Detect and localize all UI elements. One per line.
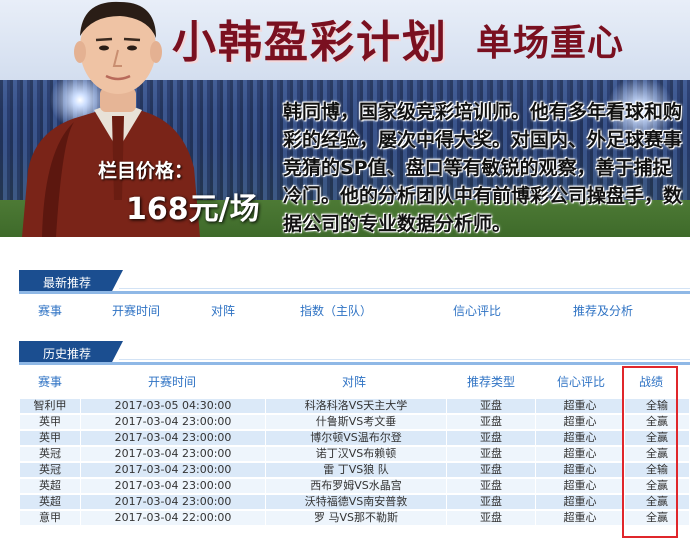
cell-kickoff: 2017-03-04 23:00:00 (81, 447, 265, 461)
cell-type: 亚盘 (447, 415, 535, 429)
cell-match: 英冠 (20, 447, 80, 461)
cell-kickoff: 2017-03-04 22:00:00 (81, 511, 265, 525)
cell-kickoff: 2017-03-04 23:00:00 (81, 479, 265, 493)
col-type: 推荐类型 (467, 375, 516, 389)
cell-match: 英超 (20, 495, 80, 509)
cell-match: 英超 (20, 479, 80, 493)
latest-column-headers: 赛事 开赛时间 对阵 指数（主队） 信心评比 推荐及分析 (0, 302, 690, 318)
col-analysis: 推荐及分析 (573, 304, 634, 318)
cell-type: 亚盘 (447, 447, 535, 461)
cell-confidence: 超重心 (536, 463, 624, 477)
banner-title: 小韩盈彩计划 (172, 17, 448, 68)
cell-type: 亚盘 (447, 495, 535, 509)
history-section-header: 历史推荐 (19, 341, 690, 365)
cell-match: 英冠 (20, 463, 80, 477)
table-row: 英冠 2017-03-04 23:00:00 雷 丁VS狼 队亚盘 超重心 全输 (20, 463, 689, 477)
expert-introduction: 韩同博，国家级竞彩培训师。他有多年看球和购彩的经验，屡次中得大奖。对国内、外足球… (283, 101, 683, 235)
cell-match: 意甲 (20, 511, 80, 525)
cell-fixture[interactable]: 沃特福德VS南安普敦 (266, 495, 446, 509)
price-label: 栏目价格： (98, 160, 194, 182)
col-odds: 指数（主队） (300, 304, 373, 318)
cell-fixture[interactable]: 什鲁斯VS考文垂 (266, 415, 446, 429)
banner-subtitle: 单场重心 (476, 23, 625, 64)
cell-kickoff: 2017-03-04 23:00:00 (81, 431, 265, 445)
price-value: 168元/场 (126, 192, 260, 227)
col-confidence: 信心评比 (557, 375, 606, 389)
history-title: 历史推荐 (43, 347, 92, 361)
header-divider (119, 359, 690, 360)
cell-fixture[interactable]: 西布罗姆VS水晶宫 (266, 479, 446, 493)
cell-kickoff: 2017-03-04 23:00:00 (81, 495, 265, 509)
cell-confidence: 超重心 (536, 511, 624, 525)
col-confidence: 信心评比 (453, 304, 502, 318)
cell-fixture[interactable]: 博尔顿VS温布尔登 (266, 431, 446, 445)
cell-confidence: 超重心 (536, 447, 624, 461)
result-column-highlight (622, 366, 678, 538)
cell-match: 智利甲 (20, 399, 80, 413)
cell-confidence: 超重心 (536, 431, 624, 445)
col-match: 赛事 (38, 304, 63, 318)
cell-confidence: 超重心 (536, 479, 624, 493)
cell-fixture[interactable]: 诺丁汉VS布赖顿 (266, 447, 446, 461)
cell-kickoff: 2017-03-04 23:00:00 (81, 463, 265, 477)
cell-match: 英甲 (20, 415, 80, 429)
col-match: 赛事 (38, 375, 63, 389)
cell-fixture[interactable]: 科洛科洛VS天主大学 (266, 399, 446, 413)
history-table: 智利甲 2017-03-05 04:30:00 科洛科洛VS天主大学 亚盘 超重心 全输英… (19, 397, 690, 527)
table-row: 英超 2017-03-04 23:00:00 西布罗姆VS水晶宫 亚盘 超重心 全赢 (20, 479, 689, 493)
table-row: 智利甲 2017-03-05 04:30:00 科洛科洛VS天主大学 亚盘 超重心 全输 (20, 399, 689, 413)
cell-type: 亚盘 (447, 399, 535, 413)
cell-confidence: 超重心 (536, 415, 624, 429)
history-column-headers: 赛事 开赛时间 对阵 推荐类型 信心评比 战绩 (0, 373, 690, 389)
banner: 小韩盈彩计划 单场重心 栏目价格： 168元/场 韩同博，国家级竞彩培训师。他有… (0, 0, 690, 237)
cell-fixture[interactable]: 罗 马VS那不勒斯 (266, 511, 446, 525)
cell-kickoff: 2017-03-04 23:00:00 (81, 415, 265, 429)
header-underline (19, 362, 690, 365)
table-row: 意甲 2017-03-04 22:00:00 罗 马VS那不勒斯 亚盘 超重心 全赢 (20, 511, 689, 525)
table-row: 英甲 2017-03-04 23:00:00 什鲁斯VS考文垂 亚盘 超重心 全赢 (20, 415, 689, 429)
latest-section-header: 最新推荐 (19, 270, 690, 294)
cell-kickoff: 2017-03-05 04:30:00 (81, 399, 265, 413)
cell-confidence: 超重心 (536, 399, 624, 413)
col-kickoff: 开赛时间 (112, 304, 161, 318)
table-row: 英甲 2017-03-04 23:00:00 博尔顿VS温布尔登 亚盘 超重心 全赢 (20, 431, 689, 445)
header-divider (119, 288, 690, 289)
col-fixture: 对阵 (342, 375, 367, 389)
table-row: 英冠 2017-03-04 23:00:00 诺丁汉VS布赖顿 亚盘 超重心 全赢 (20, 447, 689, 461)
cell-type: 亚盘 (447, 511, 535, 525)
latest-title: 最新推荐 (43, 276, 92, 290)
table-row: 英超 2017-03-04 23:00:00 沃特福德VS南安普敦 亚盘 超重心 全赢 (20, 495, 689, 509)
header-underline (19, 291, 690, 294)
cell-fixture[interactable]: 雷 丁VS狼 队 (266, 463, 446, 477)
cell-match: 英甲 (20, 431, 80, 445)
cell-confidence: 超重心 (536, 495, 624, 509)
cell-type: 亚盘 (447, 463, 535, 477)
col-kickoff: 开赛时间 (148, 375, 197, 389)
cell-type: 亚盘 (447, 431, 535, 445)
cell-type: 亚盘 (447, 479, 535, 493)
col-fixture: 对阵 (211, 304, 236, 318)
